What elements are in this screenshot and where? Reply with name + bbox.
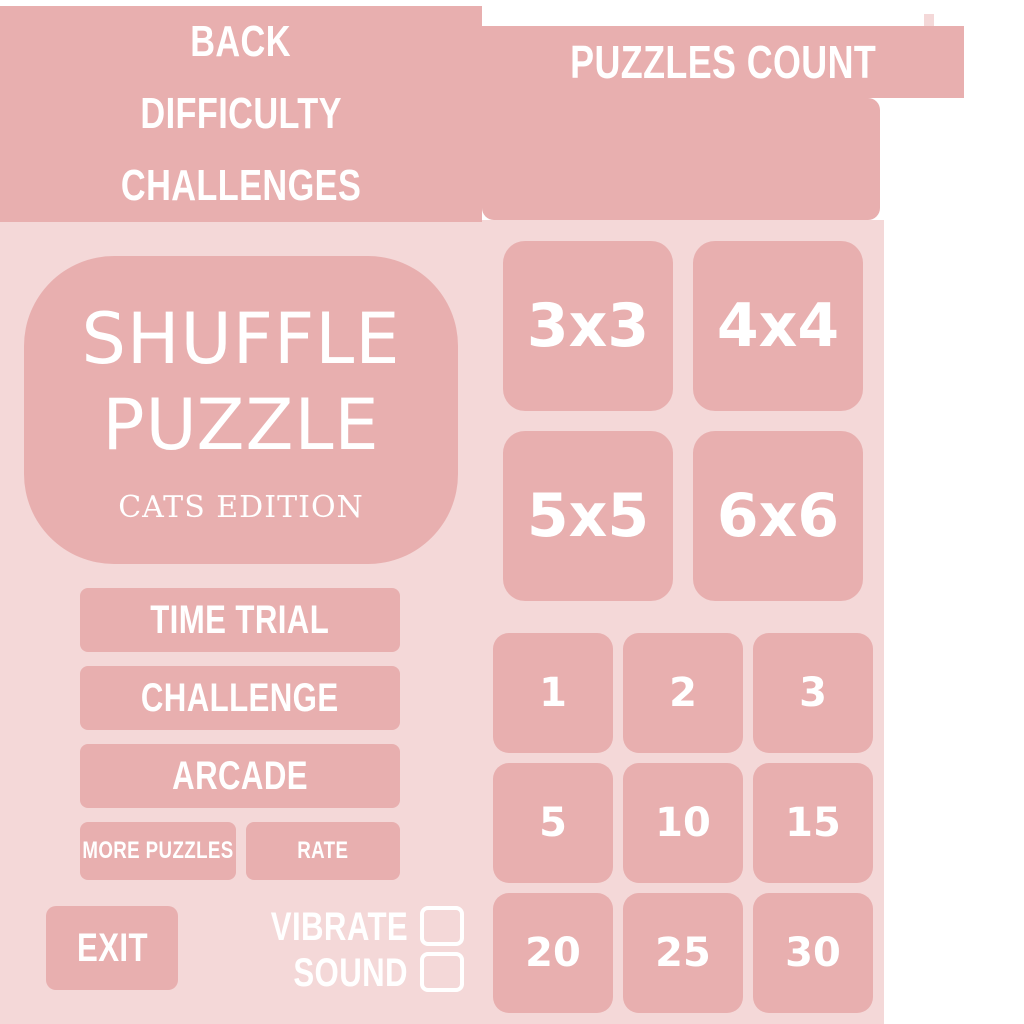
puzzle-count-tile[interactable]: 10 bbox=[623, 763, 743, 883]
puzzle-count-tile[interactable]: 5 bbox=[493, 763, 613, 883]
challenges-label: CHALLENGES bbox=[120, 161, 362, 210]
rate-label: RATE bbox=[297, 837, 349, 864]
title-line-1: SHUFFLE bbox=[81, 297, 401, 380]
grid-size-tile[interactable]: 3x3 bbox=[503, 241, 673, 411]
exit-button[interactable]: EXIT bbox=[46, 906, 178, 990]
header-nav-panel: BACK DIFFICULTY CHALLENGES bbox=[0, 6, 482, 222]
puzzle-count-tile[interactable]: 25 bbox=[623, 893, 743, 1013]
puzzles-count-display bbox=[482, 98, 880, 220]
sound-label: SOUND bbox=[293, 951, 408, 995]
vibrate-label-wrap: VIBRATE bbox=[232, 904, 408, 950]
vibrate-label: VIBRATE bbox=[270, 905, 408, 949]
game-menu-screen: BACK DIFFICULTY CHALLENGES PUZZLES COUNT… bbox=[0, 0, 1024, 1024]
challenge-button[interactable]: CHALLENGE bbox=[80, 666, 400, 730]
time-trial-button[interactable]: TIME TRIAL bbox=[80, 588, 400, 652]
difficulty-tab[interactable]: DIFFICULTY bbox=[112, 78, 370, 150]
puzzles-count-label: PUZZLES COUNT bbox=[569, 36, 877, 88]
title-edition: CATS EDITION bbox=[118, 489, 364, 525]
puzzle-count-tile[interactable]: 15 bbox=[753, 763, 873, 883]
puzzle-count-tile[interactable]: 3 bbox=[753, 633, 873, 753]
exit-label: EXIT bbox=[76, 925, 148, 970]
back-button[interactable]: BACK bbox=[176, 6, 305, 78]
game-title-card: SHUFFLE PUZZLE CATS EDITION bbox=[24, 256, 458, 564]
arcade-button[interactable]: ARCADE bbox=[80, 744, 400, 808]
grid-size-tile[interactable]: 4x4 bbox=[693, 241, 863, 411]
puzzle-count-tile[interactable]: 2 bbox=[623, 633, 743, 753]
more-puzzles-label: MORE PUZZLES bbox=[82, 837, 234, 864]
puzzle-count-tile[interactable]: 30 bbox=[753, 893, 873, 1013]
grid-size-tile[interactable]: 6x6 bbox=[693, 431, 863, 601]
difficulty-label: DIFFICULTY bbox=[140, 89, 342, 138]
sound-checkbox[interactable] bbox=[420, 952, 464, 992]
rate-button[interactable]: RATE bbox=[246, 822, 400, 880]
challenge-label: CHALLENGE bbox=[141, 675, 339, 720]
more-puzzles-button[interactable]: MORE PUZZLES bbox=[80, 822, 236, 880]
vibrate-checkbox[interactable] bbox=[420, 906, 464, 946]
title-line-2: PUZZLE bbox=[102, 383, 380, 466]
puzzle-count-tile[interactable]: 1 bbox=[493, 633, 613, 753]
sound-label-wrap: SOUND bbox=[261, 950, 408, 996]
grid-size-tile[interactable]: 5x5 bbox=[503, 431, 673, 601]
arcade-label: ARCADE bbox=[172, 753, 308, 798]
puzzle-count-tile[interactable]: 20 bbox=[493, 893, 613, 1013]
challenges-tab[interactable]: CHALLENGES bbox=[87, 150, 395, 222]
puzzles-count-header: PUZZLES COUNT bbox=[482, 26, 964, 98]
back-label: BACK bbox=[190, 17, 292, 66]
header-edge-marker bbox=[924, 14, 934, 26]
time-trial-label: TIME TRIAL bbox=[150, 597, 330, 642]
